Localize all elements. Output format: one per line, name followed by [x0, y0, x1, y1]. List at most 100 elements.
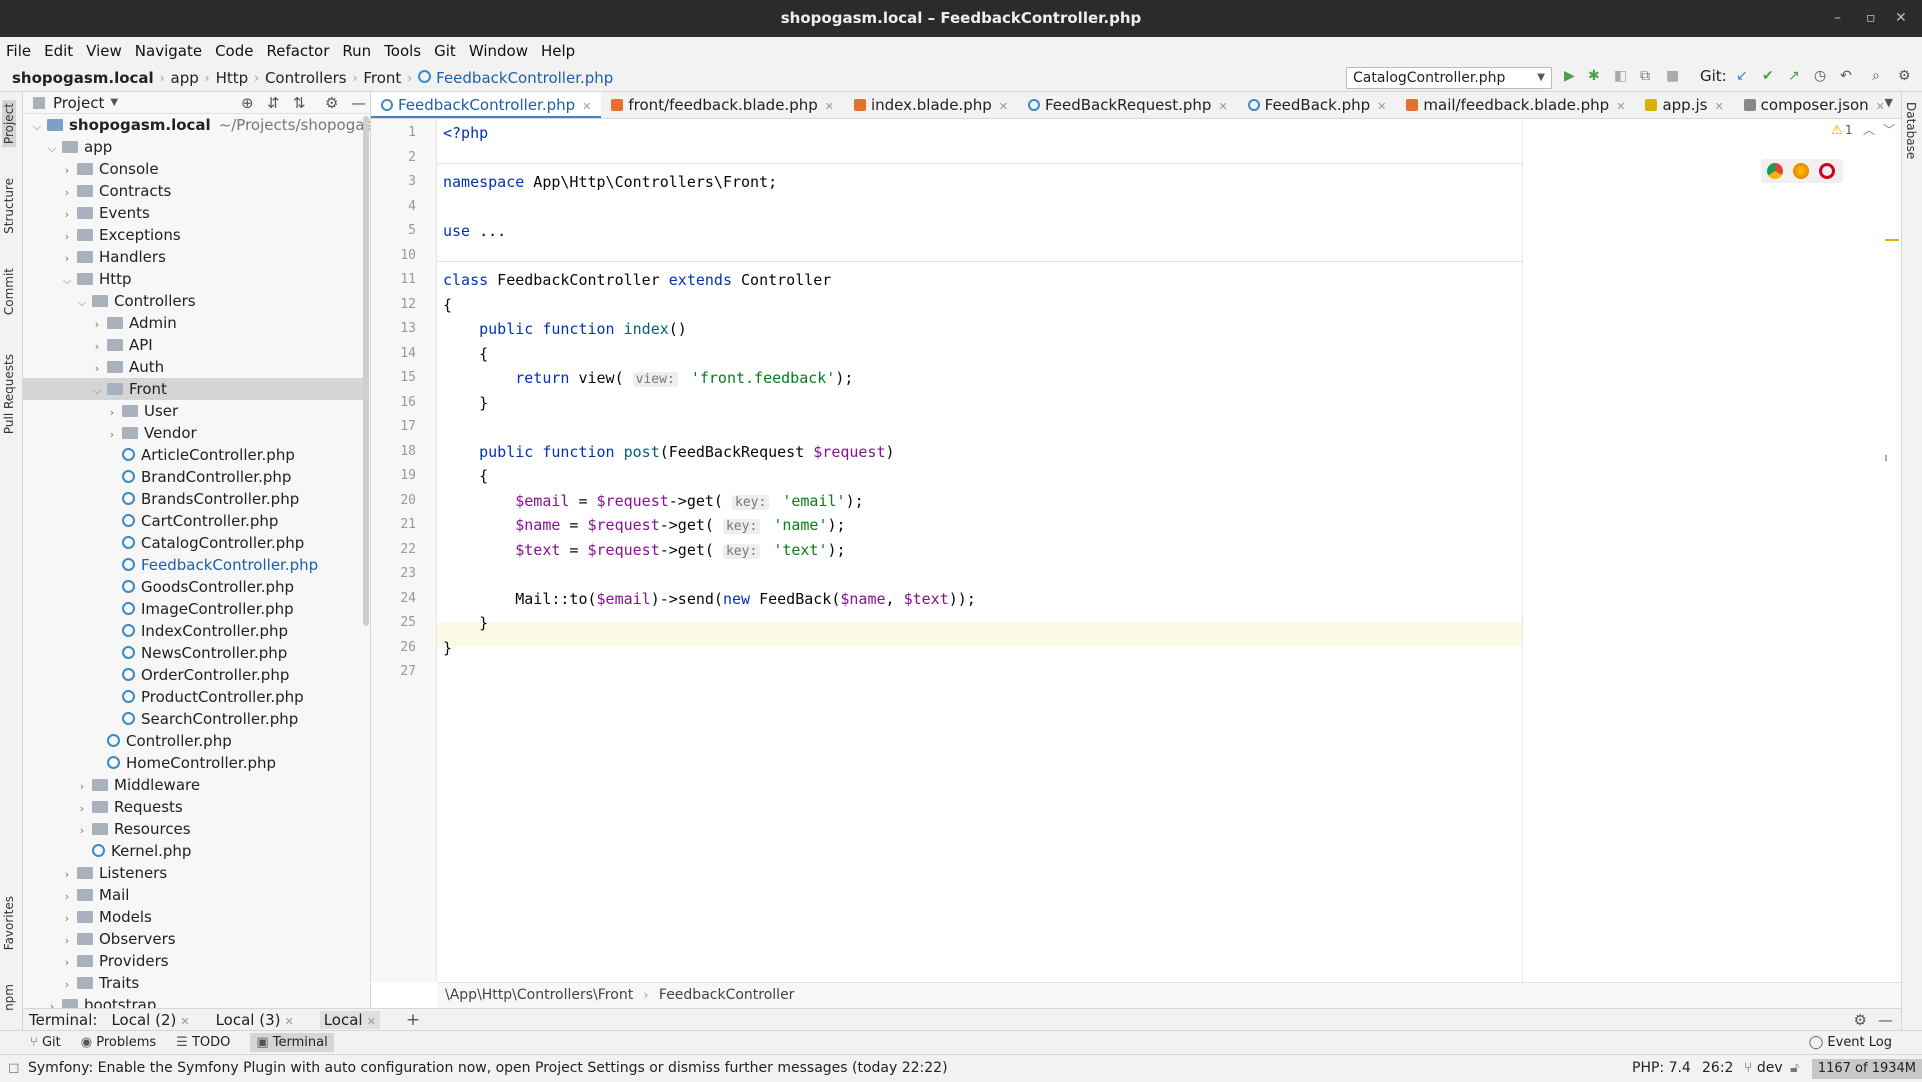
chevron-right-icon[interactable]: ›	[61, 974, 73, 996]
chevron-down-icon[interactable]: ▼	[1885, 96, 1893, 109]
tool-tab-favorites[interactable]: Favorites	[2, 896, 16, 950]
gear-icon[interactable]: ⚙	[1854, 1011, 1867, 1029]
tree-file[interactable]: Controller.php	[23, 730, 369, 752]
chrome-icon[interactable]	[1767, 163, 1783, 179]
chevron-right-icon[interactable]: ›	[106, 424, 118, 446]
close-icon[interactable]: ✕	[1714, 100, 1723, 113]
close-icon[interactable]: ✕	[1218, 100, 1227, 113]
chevron-down-icon[interactable]: ⌵	[61, 270, 73, 292]
tree-folder[interactable]: › Contracts	[23, 180, 369, 202]
tree-file[interactable]: ArticleController.php	[23, 444, 369, 466]
code-line[interactable]: {	[443, 342, 488, 366]
breadcrumb-class[interactable]: FeedbackController	[659, 987, 795, 1003]
chevron-down-icon[interactable]: ⌵	[46, 138, 58, 160]
close-icon[interactable]: ✕	[999, 100, 1008, 113]
menu-view[interactable]: View	[86, 42, 122, 60]
menu-navigate[interactable]: Navigate	[135, 42, 202, 60]
git-update-icon[interactable]: ↙	[1736, 68, 1748, 84]
tool-tab-pull-requests[interactable]: Pull Requests	[2, 354, 16, 434]
menu-code[interactable]: Code	[215, 42, 253, 60]
tree-folder[interactable]: › Vendor	[23, 422, 369, 444]
firefox-icon[interactable]	[1793, 163, 1809, 179]
tool-tab-project[interactable]: Project	[2, 100, 16, 148]
tree-folder[interactable]: › Console	[23, 158, 369, 180]
notification-icon[interactable]: ◻	[8, 1055, 20, 1082]
editor-tab[interactable]: composer.json ✕	[1734, 92, 1895, 118]
search-icon[interactable]: ⌕	[1872, 68, 1880, 84]
tree-folder[interactable]: › Events	[23, 202, 369, 224]
chevron-right-icon[interactable]: ›	[61, 182, 73, 204]
editor-tab[interactable]: FeedbackController.php ✕	[371, 92, 602, 118]
breadcrumb-http[interactable]: Http	[216, 69, 249, 87]
breadcrumb-project[interactable]: shopogasm.local	[12, 69, 154, 87]
locate-icon[interactable]: ⊕	[241, 94, 254, 112]
chevron-right-icon[interactable]: ›	[61, 226, 73, 248]
chevron-right-icon[interactable]: ›	[61, 248, 73, 270]
tree-folder[interactable]: › Providers	[23, 950, 369, 972]
code-line[interactable]: class FeedbackController extends Control…	[443, 268, 831, 292]
menu-help[interactable]: Help	[541, 42, 575, 60]
menu-tools[interactable]: Tools	[384, 42, 421, 60]
stop-icon[interactable]: ■	[1666, 68, 1679, 84]
hide-panel-icon[interactable]: —	[351, 94, 366, 112]
menu-edit[interactable]: Edit	[44, 42, 73, 60]
breadcrumb-file[interactable]: FeedbackController.php	[436, 69, 613, 87]
tree-folder[interactable]: ⌵ Http	[23, 268, 369, 290]
tool-window-todo[interactable]: ☰ TODO	[176, 1035, 230, 1050]
terminal-tab-local-2[interactable]: Local (2) ✕	[111, 1011, 189, 1029]
tree-folder[interactable]: › Observers	[23, 928, 369, 950]
tool-tab-structure[interactable]: Structure	[2, 178, 16, 234]
code-line[interactable]: use ...	[443, 219, 506, 243]
menu-window[interactable]: Window	[469, 42, 528, 60]
editor-tab[interactable]: FeedBack.php ✕	[1238, 92, 1397, 118]
chevron-right-icon[interactable]: ›	[61, 160, 73, 182]
tree-folder[interactable]: › Models	[23, 906, 369, 928]
chevron-down-icon[interactable]: ⌵	[31, 116, 43, 138]
settings-icon[interactable]: ⚙	[1898, 68, 1911, 84]
tree-file[interactable]: IndexController.php	[23, 620, 369, 642]
chevron-up-icon[interactable]: ︿	[1863, 121, 1875, 138]
chevron-right-icon[interactable]: ›	[91, 358, 103, 380]
tree-file[interactable]: ProductController.php	[23, 686, 369, 708]
tree-file[interactable]: BrandController.php	[23, 466, 369, 488]
tree-folder[interactable]: ⌵ app	[23, 136, 369, 158]
tree-file[interactable]: ImageController.php	[23, 598, 369, 620]
chevron-right-icon[interactable]: ›	[61, 204, 73, 226]
cursor-position[interactable]: 26:2	[1702, 1055, 1733, 1082]
tree-folder[interactable]: › Admin	[23, 312, 369, 334]
maximize-icon[interactable]: ▫	[1866, 0, 1876, 37]
code-line[interactable]: {	[443, 464, 488, 488]
tree-folder[interactable]: ⌵ shopogasm.local ~/Projects/shopogasm.loc…	[23, 114, 370, 138]
run-icon[interactable]: ▶	[1564, 68, 1575, 84]
editor-tab[interactable]: front/feedback.blade.php ✕	[601, 92, 844, 118]
chevron-right-icon[interactable]: ›	[76, 776, 88, 798]
minimize-icon[interactable]: –	[1834, 0, 1841, 37]
event-log-button[interactable]: ◯ Event Log	[1809, 1035, 1892, 1050]
breadcrumb-front[interactable]: Front	[363, 69, 401, 87]
code-editor[interactable]: <?php namespace App\Http\Controllers\Fron…	[437, 119, 1522, 982]
menu-refactor[interactable]: Refactor	[266, 42, 329, 60]
code-line[interactable]: }	[443, 391, 488, 415]
add-terminal-icon[interactable]: +	[406, 1010, 420, 1030]
close-icon[interactable]: ✕	[1377, 100, 1386, 113]
git-branch[interactable]: ⑂ dev	[1744, 1055, 1783, 1082]
close-icon[interactable]: ✕	[825, 100, 834, 113]
tree-folder[interactable]: › Listeners	[23, 862, 369, 884]
editor-tab[interactable]: index.blade.php ✕	[844, 92, 1018, 118]
tool-window-problems[interactable]: ◉ Problems	[81, 1035, 156, 1050]
breadcrumb-controllers[interactable]: Controllers	[265, 69, 347, 87]
project-scrollbar[interactable]	[363, 116, 369, 626]
code-line[interactable]: $text = $request->get( key: 'text');	[443, 538, 846, 562]
code-line[interactable]: }	[443, 636, 452, 660]
tree-folder[interactable]: › API	[23, 334, 369, 356]
menu-git[interactable]: Git	[434, 42, 456, 60]
project-view-select[interactable]: Project	[53, 94, 104, 112]
menu-run[interactable]: Run	[342, 42, 371, 60]
tree-file[interactable]: NewsController.php	[23, 642, 369, 664]
tool-tab-commit[interactable]: Commit	[2, 268, 16, 315]
code-line[interactable]: $email = $request->get( key: 'email');	[443, 489, 864, 513]
tree-folder[interactable]: › Handlers	[23, 246, 369, 268]
warning-icon[interactable]: ⚠	[1831, 123, 1843, 138]
code-line[interactable]: namespace App\Http\Controllers\Front;	[443, 170, 777, 194]
close-icon[interactable]: ✕	[1876, 100, 1885, 113]
